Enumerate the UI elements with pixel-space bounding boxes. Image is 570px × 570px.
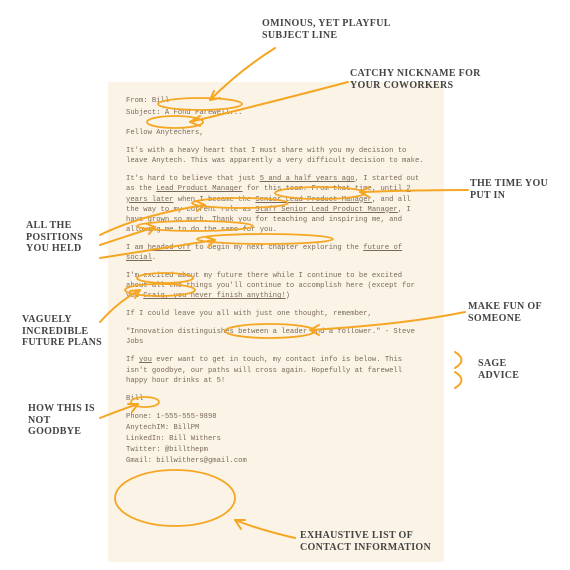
paragraph-5: If I could leave you all with just one t…	[126, 309, 426, 319]
paragraph-4: I'm excited about my future there while …	[126, 271, 426, 301]
p6b: ever want to get in touch, my contact in…	[126, 356, 402, 384]
p2d: when I became the	[173, 196, 255, 204]
anno-notgoodbye: How this is not goodbye	[28, 403, 103, 438]
contact-im: AnytechIM: BillPM	[126, 423, 426, 433]
email-letter: From: Bill Subject: A Fond Farewell... F…	[108, 82, 444, 562]
p3a: I am	[126, 244, 148, 252]
p4-craig: Craig, you never finish anything!	[143, 292, 285, 300]
p3-headed: headed off	[148, 244, 191, 252]
greeting: Fellow Anytechers,	[126, 128, 426, 138]
p2a: It's hard to believe that just	[126, 175, 260, 183]
anno-sage: Sage advice	[478, 358, 548, 381]
paragraph-2: It's hard to believe that just 5 and a h…	[126, 174, 426, 234]
quote: "Innovation distinguishes between a lead…	[126, 327, 426, 347]
from-label: From:	[126, 97, 148, 105]
contact-block: Phone: 1-555-555-9898 AnytechIM: BillPM …	[126, 412, 426, 466]
contact-gmail: Gmail: billwithers@gmail.com	[126, 456, 426, 466]
anno-contact: Exhaustive list of contact information	[300, 530, 450, 553]
p2c: for this team. From that time, until	[242, 185, 406, 193]
contact-twitter: Twitter: @billthepm	[126, 445, 426, 455]
anno-makefun: Make fun of someone	[468, 301, 553, 324]
signoff: Bill	[126, 394, 426, 404]
subject-label: Subject:	[126, 109, 161, 117]
greeting-name: Anytechers	[156, 129, 199, 137]
anno-positions: All the positions you held	[26, 220, 101, 255]
anno-nickname: Catchy nickname for your coworkers	[350, 68, 490, 91]
anno-subject: Ominous, yet playful subject line	[262, 18, 402, 41]
p6-you: you	[139, 356, 152, 364]
contact-phone: Phone: 1-555-555-9898	[126, 412, 426, 422]
p3c: .	[152, 254, 156, 262]
p2-time: 5 and a half years ago	[260, 175, 355, 183]
p2-role1: Lead Product Manager	[156, 185, 242, 193]
p6a: If	[126, 356, 139, 364]
from-line: From: Bill	[126, 96, 426, 106]
anno-time: The time you put in	[470, 178, 550, 201]
greeting-prefix: Fellow	[126, 129, 156, 137]
contact-linkedin: LinkedIn: Bill Withers	[126, 434, 426, 444]
p2-role2: Senior Lead Product Manager	[255, 196, 371, 204]
from-value: Bill	[152, 97, 169, 105]
p2-role3: Staff Senior Lead Product Manager	[255, 206, 397, 214]
paragraph-3: I am headed off to begin my next chapter…	[126, 243, 426, 263]
subject-value: A Fond Farewell...	[165, 109, 243, 117]
anno-future: Vaguely incredible future plans	[22, 314, 107, 349]
subject-line: Subject: A Fond Farewell...	[126, 108, 426, 118]
p3b: to begin my next chapter exploring the	[191, 244, 364, 252]
paragraph-1: It's with a heavy heart that I must shar…	[126, 146, 426, 166]
greeting-suffix: ,	[199, 129, 203, 137]
paragraph-6: If you ever want to get in touch, my con…	[126, 355, 426, 385]
p4b: )	[286, 292, 290, 300]
